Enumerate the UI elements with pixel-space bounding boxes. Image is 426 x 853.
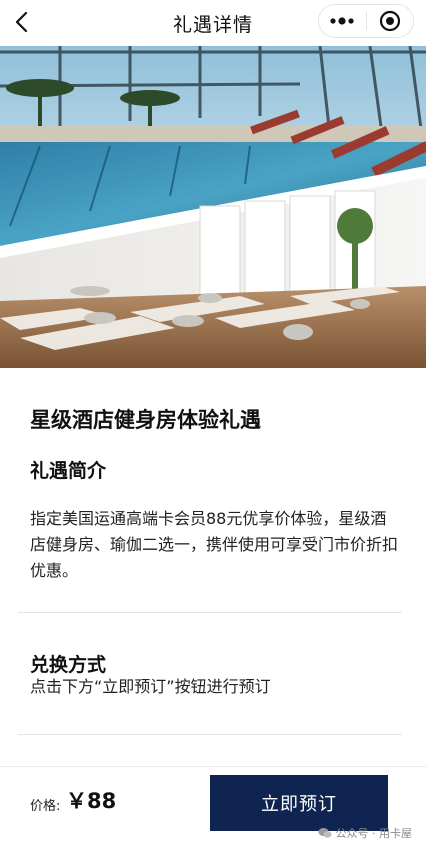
price-label: 价格: — [30, 799, 61, 814]
hotel-pool-and-yoga-room-photo — [0, 46, 426, 368]
page-title: 礼遇详情 — [172, 13, 253, 36]
book-now-button[interactable]: 立即预订 — [210, 775, 388, 831]
offer-title: 星级酒店健身房体验礼遇 — [30, 408, 261, 432]
mini-program-capsule — [318, 4, 414, 38]
back-button[interactable] — [4, 4, 40, 40]
watermark: 公众号 · 用卡屋 — [318, 825, 413, 841]
divider — [18, 734, 402, 735]
redeem-body: 点击下方“立即预订”按钮进行预订 — [30, 677, 271, 696]
bottom-action-bar: 价格: ￥88 立即预订 公众号 · 用卡屋 — [0, 766, 426, 853]
close-mini-program-button[interactable] — [367, 5, 414, 37]
more-dots-icon — [330, 17, 354, 25]
intro-body: 指定美国运通高端卡会员88元优享价体验，星级酒店健身房、瑜伽二选一，携伴使用可享… — [30, 509, 399, 580]
hero-image — [0, 46, 426, 368]
chevron-left-icon — [15, 11, 28, 33]
watermark-text: 公众号 · 用卡屋 — [335, 827, 413, 840]
target-circle-icon — [379, 10, 400, 32]
redeem-heading: 兑换方式 — [30, 654, 107, 676]
nav-bar: 礼遇详情 — [0, 0, 426, 46]
intro-heading: 礼遇简介 — [30, 460, 107, 482]
price-value: ￥88 — [66, 789, 117, 813]
divider — [18, 612, 402, 613]
more-button[interactable] — [319, 5, 366, 37]
wechat-icon — [318, 828, 331, 838]
